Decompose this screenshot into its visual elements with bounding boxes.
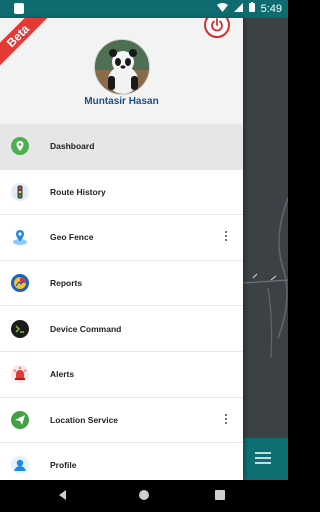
menu-item-label: Alerts	[50, 369, 75, 380]
reports-icon	[11, 274, 29, 293]
signal-icon	[233, 2, 243, 15]
menu-item-label: Route History	[50, 186, 106, 197]
avatar[interactable]	[94, 39, 150, 95]
menu-item-label: Location Service	[50, 414, 119, 425]
hamburger-icon[interactable]	[255, 452, 271, 467]
menu-item-label: Geo Fence	[50, 232, 94, 243]
send-location-icon	[11, 410, 29, 429]
logout-button[interactable]	[204, 18, 230, 38]
traffic-light-icon	[11, 182, 29, 201]
menu-item-label: Profile	[50, 460, 77, 471]
wifi-icon	[216, 2, 228, 15]
alert-siren-icon	[11, 365, 29, 384]
system-navigation-bar	[0, 480, 288, 512]
notification-icon	[14, 3, 24, 14]
status-indicators: 5:49	[216, 2, 282, 15]
battery-icon	[248, 2, 255, 15]
menu-item-label: Device Command	[50, 323, 122, 334]
menu-item-label: Dashboard	[50, 141, 95, 152]
map-roads	[243, 197, 288, 359]
menu-item-route-history[interactable]: Route History	[0, 170, 243, 216]
geo-fence-pin-icon	[11, 228, 29, 246]
user-name: Muntasir Hasan	[84, 96, 159, 107]
drawer-header: Beta Muntasir Hasan	[0, 18, 243, 124]
power-icon	[211, 18, 223, 32]
location-pin-icon	[11, 137, 29, 156]
profile-icon	[11, 456, 29, 475]
menu-item-device-command[interactable]: Device Command	[0, 306, 243, 352]
menu-item-dashboard[interactable]: Dashboard	[0, 124, 243, 170]
panda-avatar-icon	[95, 40, 149, 94]
menu-item-alerts[interactable]: Alerts	[0, 352, 243, 398]
status-time: 5:49	[260, 2, 282, 15]
menu-item-geo-fence[interactable]: Geo Fence	[0, 215, 243, 261]
device-command-icon	[11, 319, 29, 338]
more-options-icon[interactable]	[224, 231, 228, 243]
map-background	[243, 18, 288, 438]
menu-item-location-service[interactable]: Location Service	[0, 398, 243, 444]
home-icon[interactable]	[139, 490, 149, 500]
navigation-drawer: Beta Muntasir Hasan Dashboard Route Hist…	[0, 18, 243, 480]
menu-list: Dashboard Route History Geo Fence Report…	[0, 124, 243, 480]
menu-item-label: Reports	[50, 278, 83, 289]
menu-item-reports[interactable]: Reports	[0, 261, 243, 307]
recent-apps-icon[interactable]	[215, 490, 225, 500]
back-icon[interactable]	[59, 490, 66, 500]
beta-ribbon: Beta	[0, 18, 52, 70]
status-bar: 5:49	[0, 0, 288, 18]
more-options-icon[interactable]	[224, 413, 228, 426]
menu-item-profile[interactable]: Profile	[0, 443, 243, 480]
